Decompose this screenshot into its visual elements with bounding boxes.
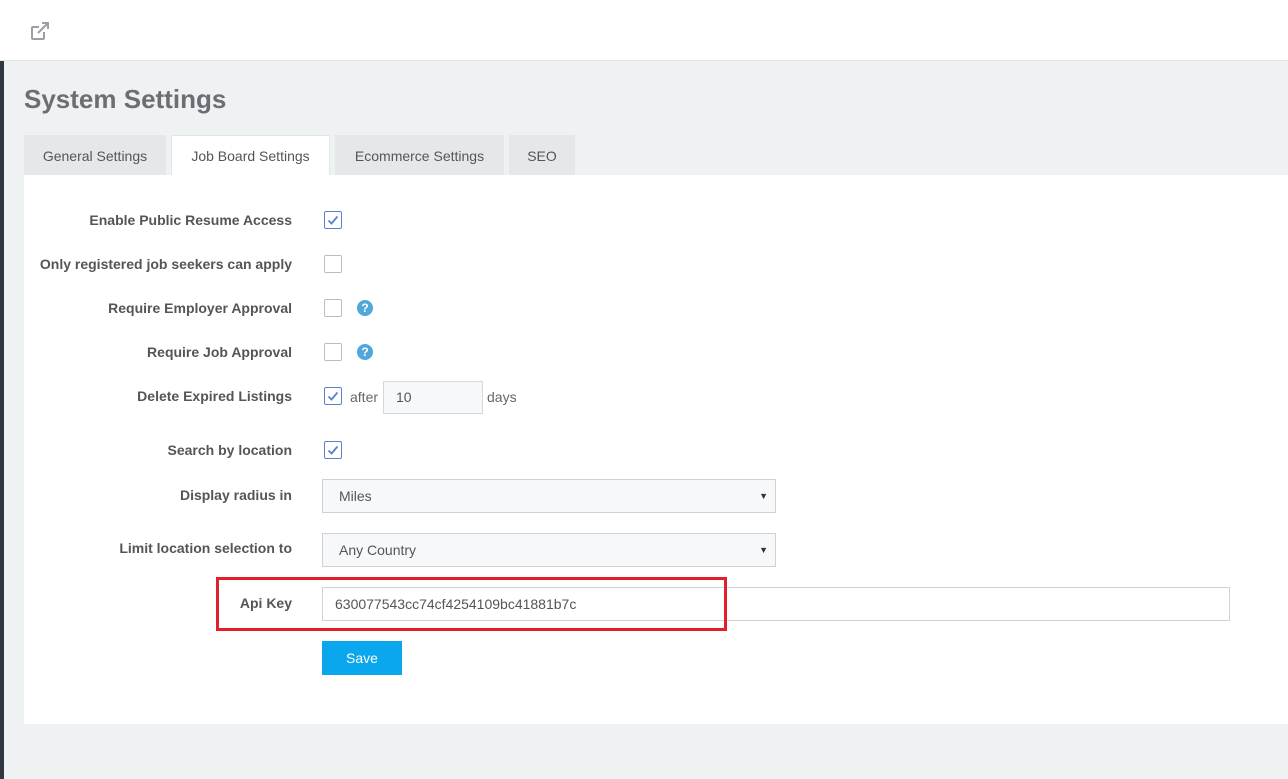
enable-public-resume-checkbox[interactable] xyxy=(324,211,342,229)
display-radius-select[interactable]: Miles ▼ xyxy=(322,479,776,513)
days-text: days xyxy=(487,389,517,405)
expire-days-input[interactable]: 10 xyxy=(383,381,483,414)
require-job-approval-label: Require Job Approval xyxy=(147,344,292,360)
search-by-location-checkbox[interactable] xyxy=(324,441,342,459)
limit-location-select[interactable]: Any Country ▼ xyxy=(322,533,776,567)
search-by-location-label: Search by location xyxy=(167,442,292,458)
api-key-input[interactable]: 630077543cc74cf4254109bc41881b7c xyxy=(322,587,1230,621)
save-button[interactable]: Save xyxy=(322,641,402,675)
limit-location-value: Any Country xyxy=(339,542,417,558)
settings-tabs: General Settings Job Board Settings Ecom… xyxy=(24,135,580,176)
check-icon xyxy=(327,391,339,401)
check-icon xyxy=(327,215,339,225)
tab-job-board-settings[interactable]: Job Board Settings xyxy=(171,135,330,176)
only-registered-checkbox[interactable] xyxy=(324,255,342,273)
check-icon xyxy=(327,445,339,455)
question-circle-icon[interactable]: ? xyxy=(357,300,373,316)
external-link-icon[interactable] xyxy=(28,19,52,43)
only-registered-label: Only registered job seekers can apply xyxy=(39,256,292,272)
require-job-approval-checkbox[interactable] xyxy=(324,343,342,361)
question-circle-icon[interactable]: ? xyxy=(357,344,373,360)
require-employer-approval-checkbox[interactable] xyxy=(324,299,342,317)
page-title: System Settings xyxy=(24,84,227,114)
caret-down-icon: ▼ xyxy=(759,491,768,501)
require-employer-approval-label: Require Employer Approval xyxy=(108,300,292,316)
display-radius-label: Display radius in xyxy=(179,487,292,503)
api-key-label: Api Key xyxy=(239,595,292,611)
sidebar-edge xyxy=(0,61,4,779)
delete-expired-checkbox[interactable] xyxy=(324,387,342,405)
tab-general-settings[interactable]: General Settings xyxy=(24,135,166,175)
tab-ecommerce-settings[interactable]: Ecommerce Settings xyxy=(335,135,504,175)
limit-location-label: Limit location selection to xyxy=(119,540,292,556)
display-radius-value: Miles xyxy=(339,488,372,504)
after-text: after xyxy=(350,389,379,405)
enable-public-resume-label: Enable Public Resume Access xyxy=(89,212,292,228)
delete-expired-label: Delete Expired Listings xyxy=(137,388,292,404)
tab-seo[interactable]: SEO xyxy=(509,135,575,175)
top-bar xyxy=(0,0,1288,61)
caret-down-icon: ▼ xyxy=(759,545,768,555)
